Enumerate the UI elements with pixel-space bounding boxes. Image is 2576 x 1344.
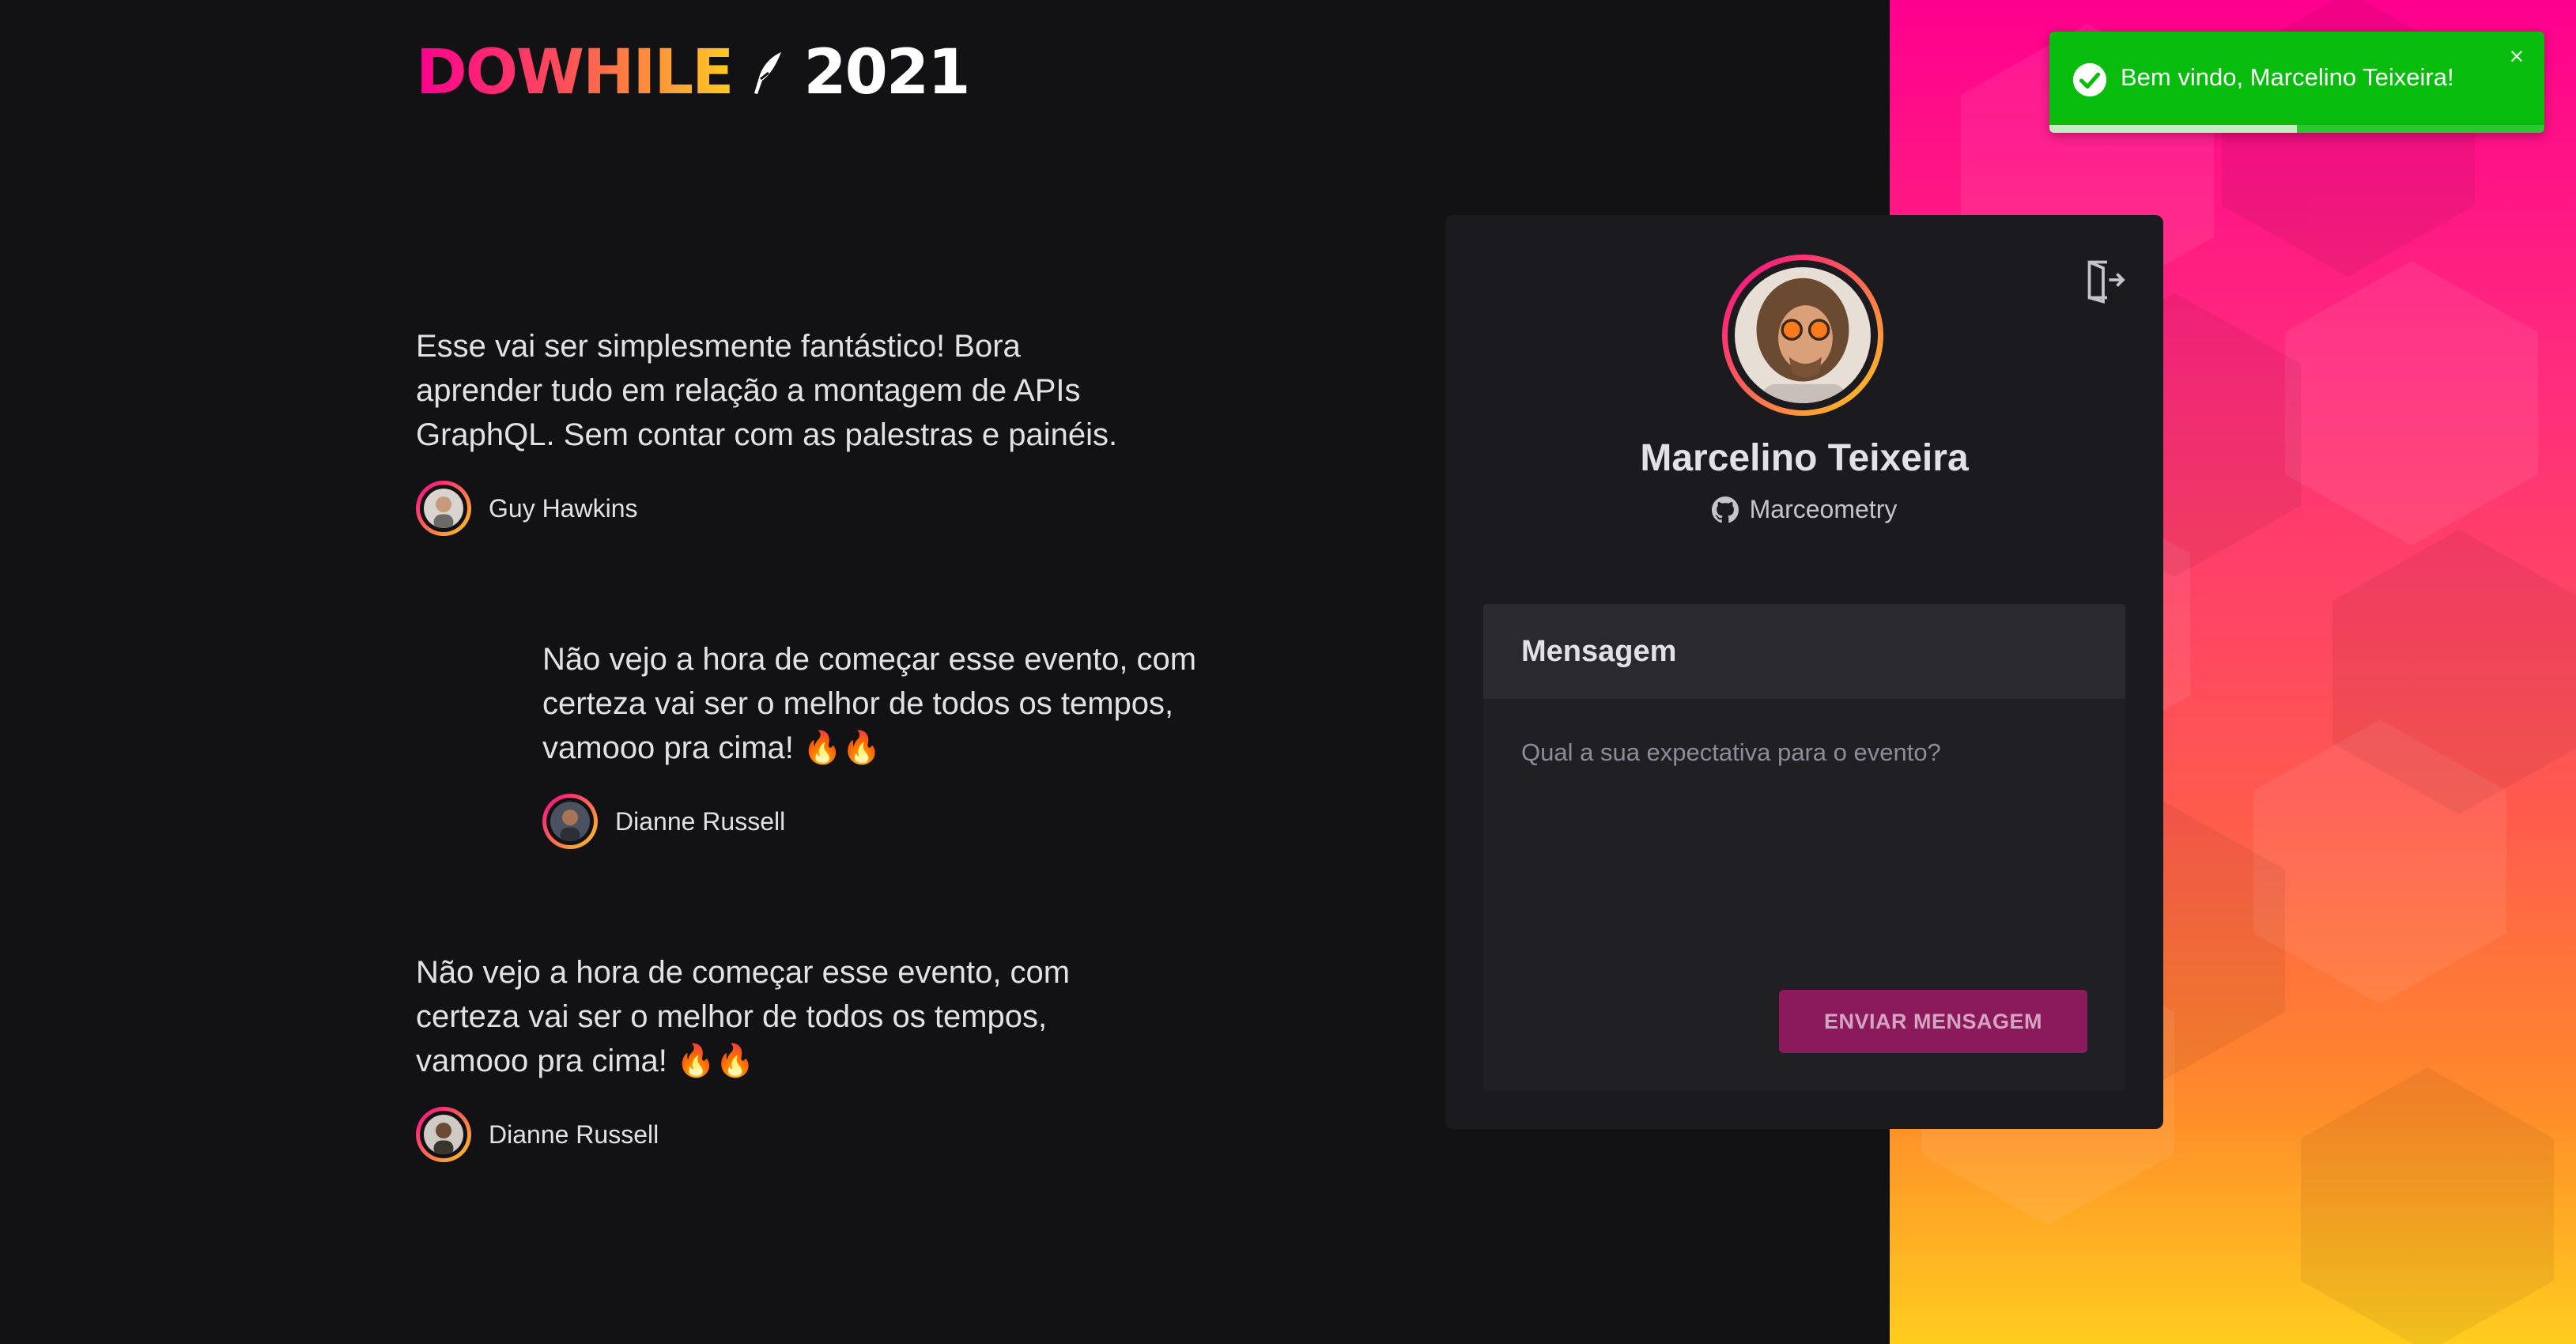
message-text: Não vejo a hora de começar esse evento, … — [542, 642, 1197, 765]
form-title: Mensagem — [1483, 604, 2125, 699]
welcome-toast[interactable]: Bem vindo, Marcelino Teixeira! × — [2049, 32, 2544, 133]
user-avatar-image — [1735, 267, 1871, 403]
author-name: Guy Hawkins — [489, 493, 638, 523]
message-form: Mensagem ENVIAR MENSAGEM — [1483, 604, 2125, 1091]
sign-out-icon — [2087, 260, 2125, 304]
message-item: Esse vai ser simplesmente fantástico! Bo… — [416, 324, 1143, 536]
user-avatar — [1722, 255, 1883, 416]
author-name: Dianne Russell — [489, 1119, 659, 1149]
message-author: Guy Hawkins — [416, 481, 1143, 536]
toast-message: Bem vindo, Marcelino Teixeira! — [2121, 63, 2454, 91]
toast-progress-track — [2049, 125, 2544, 133]
author-avatar — [542, 794, 598, 849]
message-item: Não vejo a hora de começar esse evento, … — [542, 637, 1270, 849]
toast-progress-bar — [2049, 125, 2297, 133]
message-author: Dianne Russell — [416, 1107, 1143, 1162]
message-text: Não vejo a hora de começar esse evento, … — [416, 955, 1071, 1078]
logo-word: DOWHILE — [416, 37, 734, 108]
sign-out-button[interactable] — [2079, 256, 2127, 304]
author-name: Dianne Russell — [615, 806, 786, 836]
user-name: Marcelino Teixeira — [1640, 437, 1969, 479]
feather-icon — [754, 52, 782, 94]
author-avatar — [416, 481, 471, 536]
message-item: Não vejo a hora de começar esse evento, … — [416, 950, 1143, 1162]
message-form-card: Marcelino Teixeira Marceometry Mensagem … — [1445, 215, 2163, 1129]
message-author: Dianne Russell — [542, 794, 1270, 849]
message-text: Esse vai ser simplesmente fantástico! Bo… — [416, 329, 1118, 452]
avatar-image — [424, 1115, 463, 1154]
avatar-image — [550, 802, 590, 841]
logo-year: 2021 — [803, 37, 970, 108]
send-message-button[interactable]: ENVIAR MENSAGEM — [1779, 990, 2087, 1053]
page: DOWHILE 2021 Esse vai ser simplesmente f… — [0, 0, 2576, 1344]
github-icon — [1711, 496, 1739, 523]
user-github: Marceometry — [1445, 495, 2163, 524]
message-textarea[interactable] — [1483, 699, 2125, 968]
author-avatar — [416, 1107, 471, 1162]
check-circle-icon — [2072, 62, 2107, 97]
github-login: Marceometry — [1749, 495, 1898, 523]
close-icon[interactable]: × — [2503, 43, 2530, 70]
avatar-image — [424, 489, 463, 528]
dowhile-logo: DOWHILE 2021 — [416, 37, 970, 108]
